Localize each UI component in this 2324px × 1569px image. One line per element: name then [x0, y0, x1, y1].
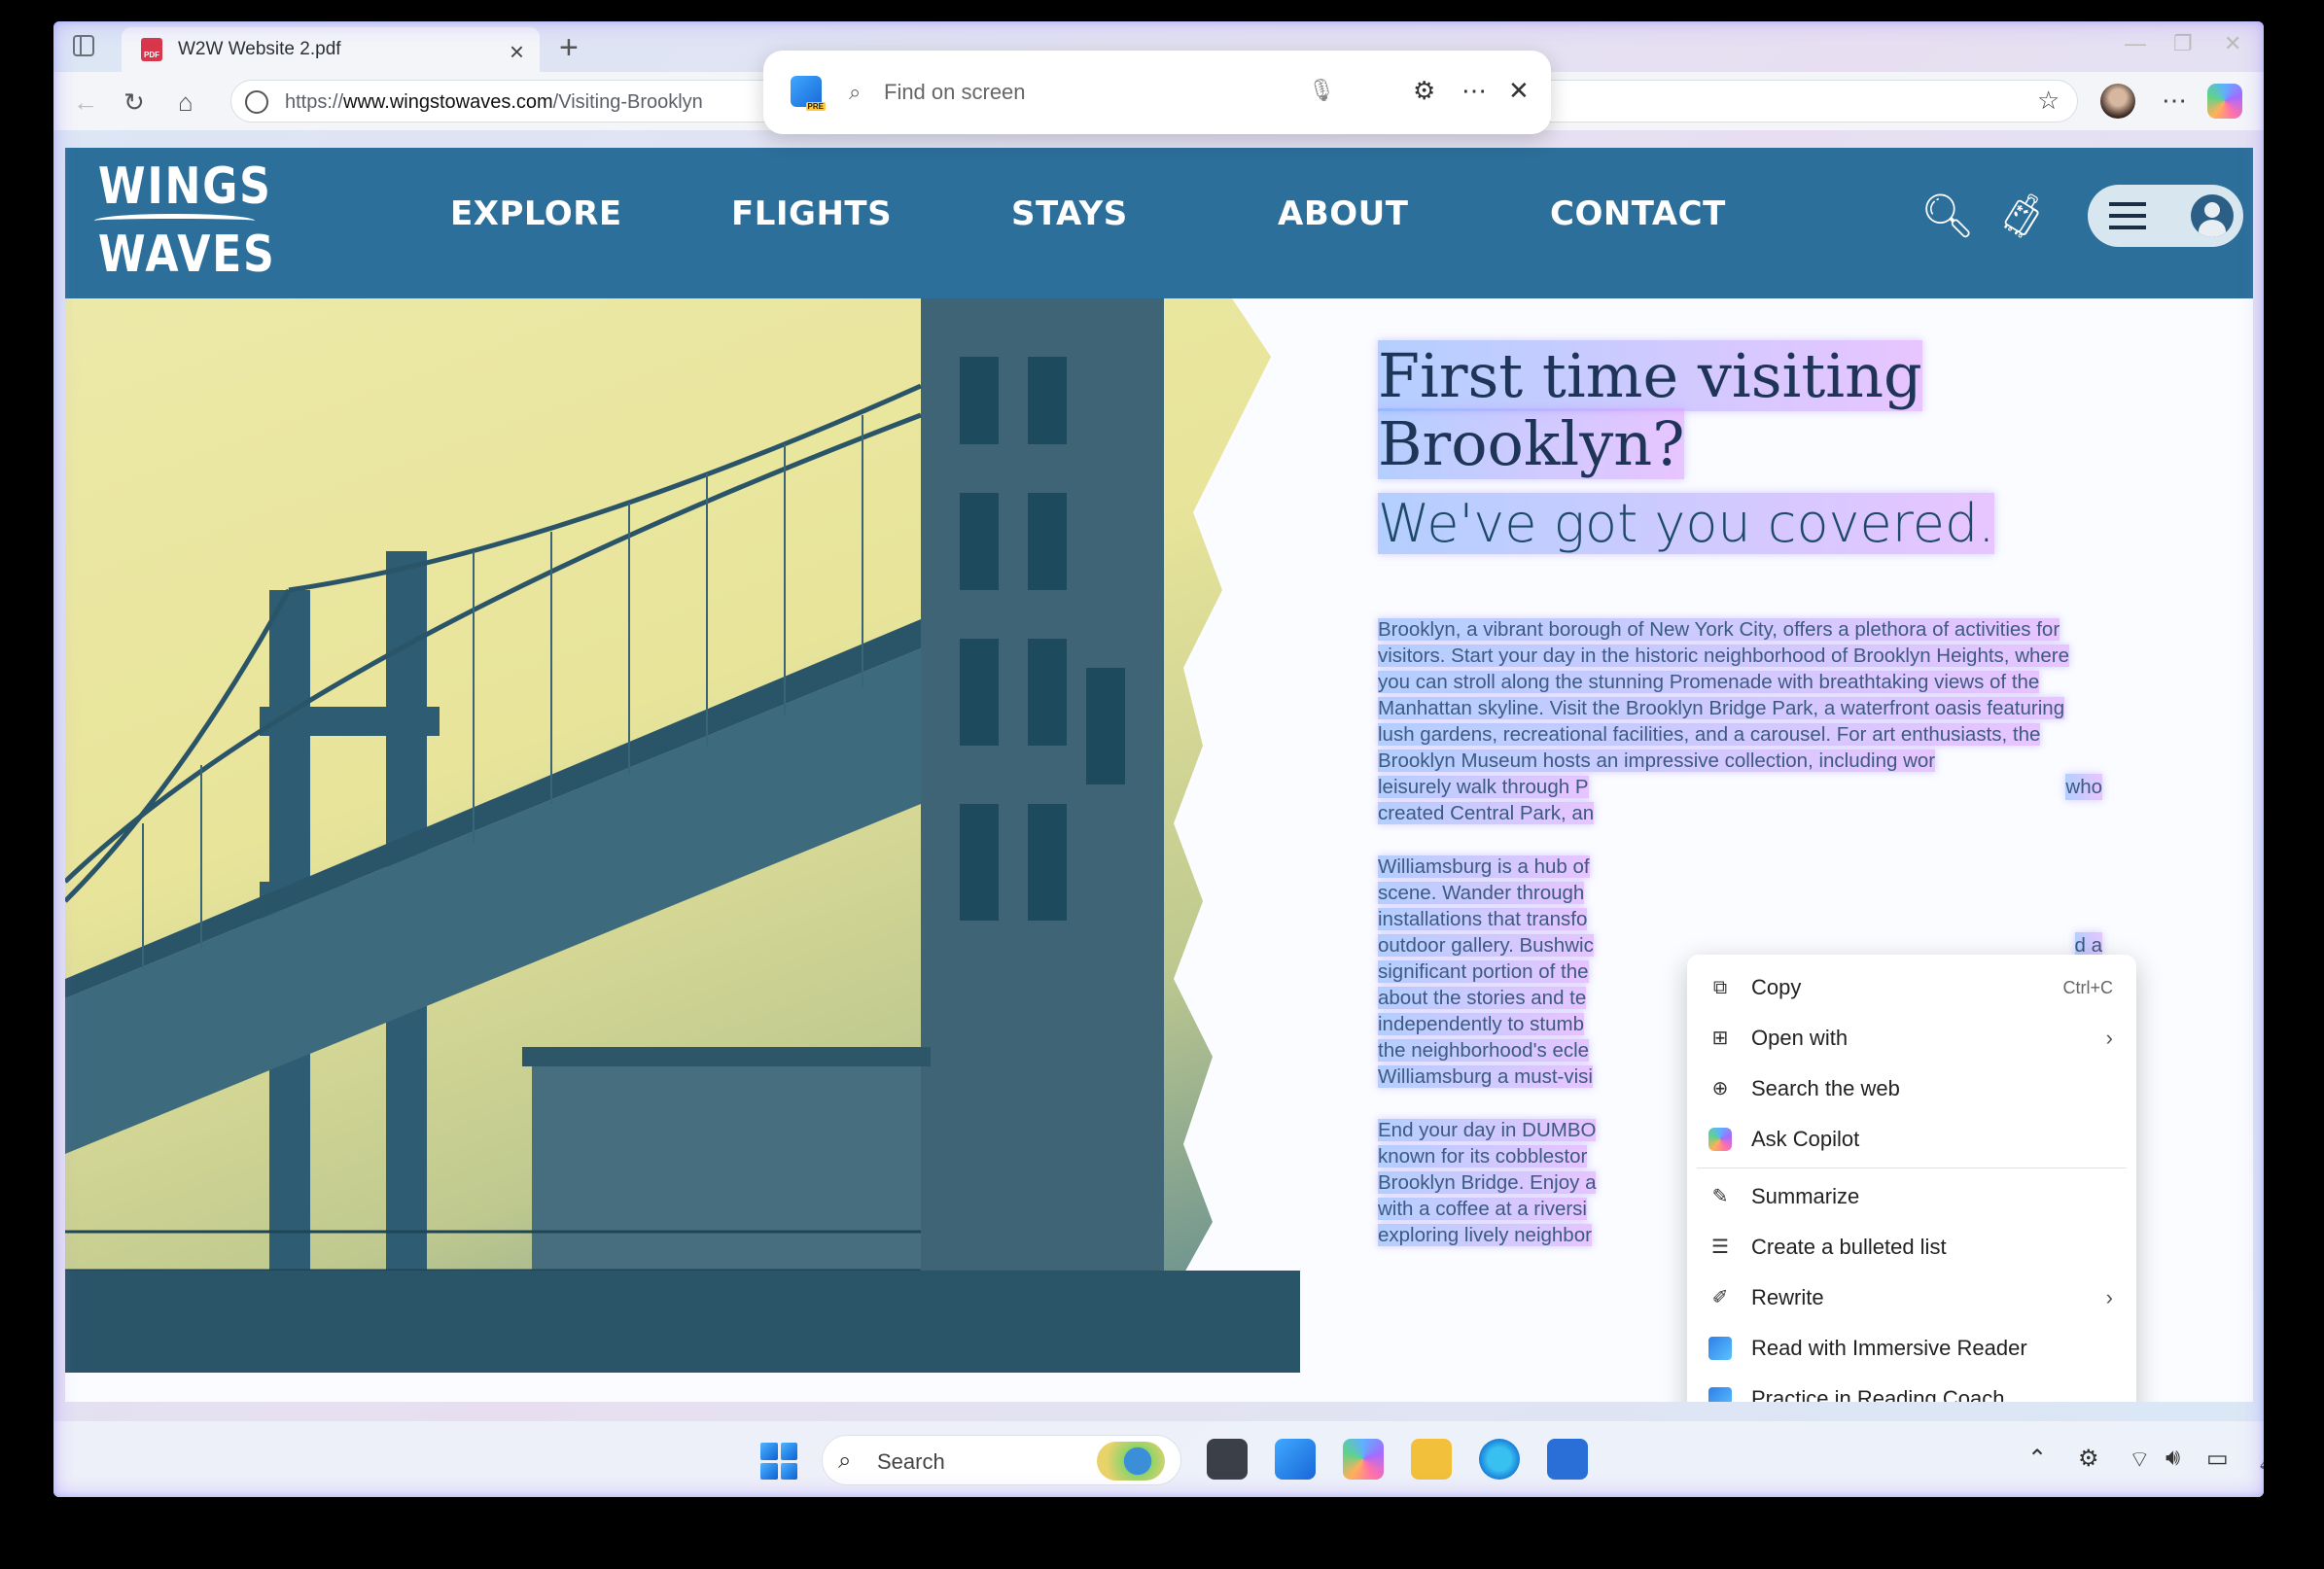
- nav-stays[interactable]: STAYS: [1011, 194, 1128, 233]
- chevron-right-icon: ›: [2105, 1285, 2113, 1309]
- click-to-do-icon[interactable]: [1275, 1439, 1316, 1480]
- notification-icon[interactable]: 🔔︎: [2257, 1445, 2264, 1473]
- task-view-icon[interactable]: [1207, 1439, 1248, 1480]
- menu-item-search-web[interactable]: ⊕ Search the web: [1687, 1063, 2136, 1114]
- menu-item-bulleted-list[interactable]: ☰ Create a bulleted list: [1687, 1222, 2136, 1273]
- favorites-icon[interactable]: ☆: [2037, 86, 2060, 116]
- taskbar: ⌕ Search ⌃ ⚙ ⌔ 🔊︎ ▭ 🔔︎: [53, 1421, 2264, 1497]
- tab-actions-icon[interactable]: [73, 35, 94, 56]
- search-icon[interactable]: 🔍︎: [1920, 191, 1975, 241]
- tab-close-icon[interactable]: ×: [510, 37, 524, 67]
- reading-coach-icon: [1708, 1387, 1732, 1402]
- nav-explore[interactable]: EXPLORE: [450, 194, 622, 233]
- menu-item-rewrite[interactable]: ✐ Rewrite ›: [1687, 1273, 2136, 1323]
- window-close-icon[interactable]: ✕: [2224, 31, 2241, 56]
- click-to-do-icon: [791, 76, 826, 111]
- hero-bridge-image: [65, 298, 1300, 1373]
- menu-item-copy[interactable]: ⧉ Copy Ctrl+C: [1687, 962, 2136, 1013]
- copilot-icon: [1708, 1128, 1732, 1151]
- account-menu-button[interactable]: [2088, 185, 2243, 247]
- search-icon: ⌕: [849, 80, 862, 104]
- menu-item-open-with[interactable]: ⊞ Open with ›: [1687, 1013, 2136, 1063]
- web-search-icon: ⊕: [1711, 1078, 1729, 1099]
- luggage-icon[interactable]: 🧳︎: [1994, 191, 2049, 241]
- volume-icon[interactable]: 🔊︎: [2166, 1445, 2180, 1472]
- nav-contact[interactable]: CONTACT: [1550, 194, 1726, 233]
- copilot-tray-icon[interactable]: ⚙: [2078, 1445, 2099, 1473]
- restore-icon[interactable]: ❐: [2173, 31, 2193, 56]
- menu-item-ask-copilot[interactable]: Ask Copilot: [1687, 1114, 2136, 1165]
- minimize-icon[interactable]: —: [2125, 31, 2146, 56]
- close-icon[interactable]: ✕: [1508, 76, 1530, 106]
- chevron-right-icon: ›: [2105, 1026, 2113, 1050]
- bulleted-list-icon: ☰: [1711, 1237, 1729, 1258]
- menu-item-summarize[interactable]: ✎ Summarize: [1687, 1171, 2136, 1222]
- tab-title: W2W Website 2.pdf: [178, 39, 341, 59]
- chevron-up-icon[interactable]: ⌃: [2027, 1445, 2047, 1473]
- more-options-icon[interactable]: ⋯: [1461, 76, 1487, 106]
- copilot-icon[interactable]: [2207, 84, 2242, 119]
- screen: PDF W2W Website 2.pdf × + — ❐ ✕ ← ↻ ⌂ ht…: [53, 21, 2264, 1497]
- copy-shortcut: Ctrl+C: [2062, 977, 2113, 997]
- hamburger-icon: [2109, 202, 2146, 229]
- battery-icon[interactable]: ▭: [2206, 1445, 2229, 1473]
- summarize-icon: ✎: [1711, 1186, 1729, 1207]
- tab-active[interactable]: PDF W2W Website 2.pdf ×: [122, 27, 540, 72]
- profile-avatar[interactable]: [2100, 84, 2135, 119]
- copilot-icon[interactable]: [1343, 1439, 1384, 1480]
- taskbar-search[interactable]: ⌕ Search: [822, 1435, 1181, 1485]
- site-info-icon[interactable]: [245, 90, 268, 114]
- search-icon: ⌕: [838, 1447, 852, 1474]
- search-highlight-icon: [1097, 1442, 1165, 1481]
- microphone-icon[interactable]: 🎙: [1308, 78, 1335, 103]
- more-icon[interactable]: ⋯: [2162, 86, 2187, 116]
- settings-icon[interactable]: ⚙: [1413, 76, 1435, 106]
- find-on-screen-bar: ⌕ Find on screen 🎙 ⚙ ⋯ ✕: [763, 51, 1551, 134]
- refresh-icon[interactable]: ↻: [123, 87, 145, 118]
- menu-item-reading-coach[interactable]: Practice in Reading Coach: [1687, 1374, 2136, 1402]
- rewrite-icon: ✐: [1711, 1287, 1729, 1308]
- webpage: WINGS WAVES EXPLORE FLIGHTS STAYS ABOUT …: [65, 148, 2253, 1402]
- copy-icon: ⧉: [1712, 977, 1728, 998]
- site-header: WINGS WAVES EXPLORE FLIGHTS STAYS ABOUT …: [65, 148, 2253, 298]
- pdf-icon: PDF: [141, 38, 162, 61]
- paragraph-1[interactable]: Brooklyn, a vibrant borough of New York …: [1378, 616, 2102, 826]
- nav-flights[interactable]: FLIGHTS: [731, 194, 892, 233]
- open-with-icon: ⊞: [1711, 1028, 1729, 1049]
- url-text: https://www.wingstowaves.com/Visiting-Br…: [285, 91, 703, 113]
- start-button[interactable]: [760, 1443, 797, 1480]
- find-on-screen-input[interactable]: ⌕ Find on screen 🎙: [849, 62, 1345, 122]
- page-headline: First time visiting Brooklyn?: [1378, 340, 1922, 479]
- file-explorer-icon[interactable]: [1411, 1439, 1452, 1480]
- home-icon[interactable]: ⌂: [178, 87, 194, 118]
- page-subheadline: We've got you covered.: [1378, 493, 1995, 554]
- back-icon[interactable]: ←: [73, 87, 98, 118]
- user-avatar-icon: [2191, 194, 2234, 237]
- immersive-reader-icon: [1708, 1337, 1732, 1360]
- menu-item-immersive-reader[interactable]: Read with Immersive Reader: [1687, 1323, 2136, 1374]
- wings-waves-logo[interactable]: WINGS WAVES: [85, 159, 274, 286]
- monitor-frame: PDF W2W Website 2.pdf × + — ❐ ✕ ← ↻ ⌂ ht…: [0, 0, 2324, 1569]
- edge-icon[interactable]: [1479, 1439, 1520, 1480]
- store-icon[interactable]: [1547, 1439, 1588, 1480]
- nav-about[interactable]: ABOUT: [1278, 194, 1408, 233]
- find-placeholder: Find on screen: [884, 80, 1026, 104]
- new-tab-button[interactable]: +: [559, 29, 579, 67]
- context-menu: ⧉ Copy Ctrl+C ⊞ Open with › ⊕ Search the…: [1687, 955, 2136, 1402]
- wifi-icon[interactable]: ⌔: [2129, 1445, 2151, 1474]
